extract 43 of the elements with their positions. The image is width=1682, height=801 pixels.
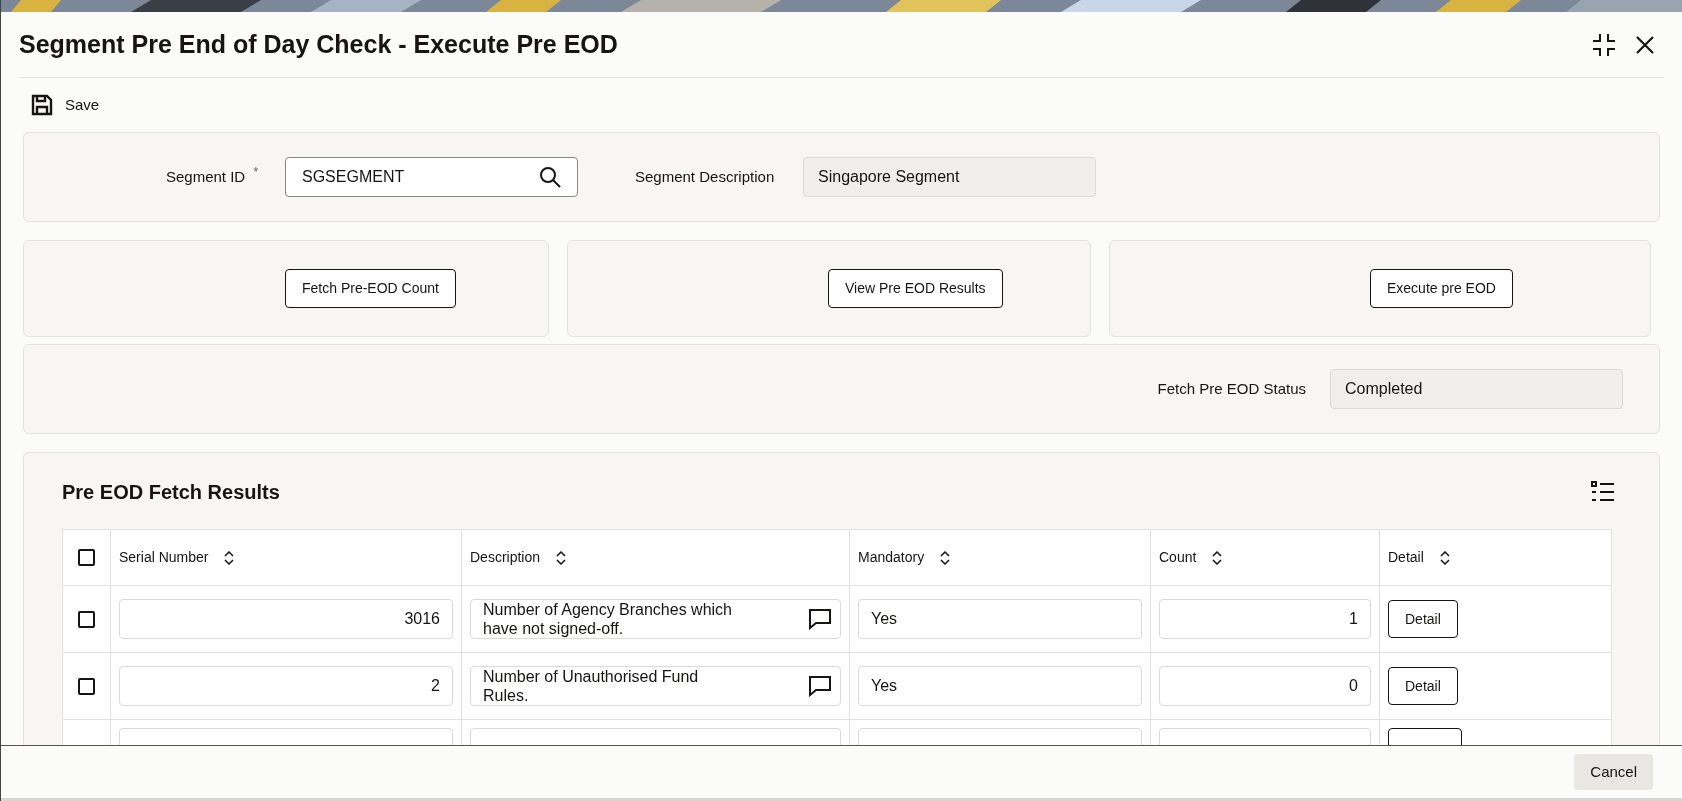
input-field: Singapore Segment [803,157,1096,197]
input-field[interactable]: 0 [1159,666,1371,706]
field-label: Segment ID [166,166,246,187]
field-label: Segment Description [635,166,776,187]
sort-icon[interactable] [224,550,235,565]
cancel-button[interactable]: Cancel [1574,754,1653,790]
comment-icon[interactable] [808,675,832,697]
input-field[interactable]: 1 [1159,599,1371,639]
action-button[interactable]: Execute pre EOD [1370,269,1513,308]
action-button[interactable]: Fetch Pre-EOD Count [285,269,456,308]
input-field[interactable]: 2 [119,666,453,706]
column-header[interactable]: Detail [1388,547,1424,568]
input-field[interactable]: Yes [858,666,1142,706]
checkbox[interactable] [78,677,95,695]
save-button[interactable]: Save [31,93,100,117]
checkbox[interactable] [78,549,95,566]
required-mark: * [253,162,259,181]
sort-icon[interactable] [556,550,567,565]
field-label: Fetch Pre EOD Status [1157,378,1306,399]
sort-icon[interactable] [1212,550,1223,565]
input-field[interactable]: Yes [858,599,1142,639]
input-field[interactable]: Number of Agency Branches which have not signed-off. [470,599,841,639]
comment-icon[interactable] [808,608,832,630]
section-title: Pre EOD Fetch Results [62,480,280,505]
column-header[interactable]: Count [1159,547,1197,568]
list-icon[interactable] [1591,481,1615,503]
action-button[interactable]: View Pre EOD Results [828,269,1003,308]
input-field[interactable]: 3016 [119,599,453,639]
sort-icon[interactable] [940,550,951,565]
close-icon[interactable] [1636,35,1654,54]
input-field[interactable]: Number of Unauthorised Fund Rules. [470,666,841,706]
window-title: Segment Pre End of Day Check - Execute Pre EOD [19,28,618,60]
collapse-icon[interactable] [1592,32,1616,57]
search-icon[interactable] [539,166,561,188]
detail-button[interactable]: Detail [1388,667,1458,705]
input-field: Completed [1330,369,1623,409]
checkbox[interactable] [78,610,95,628]
column-header[interactable]: Mandatory [858,547,925,568]
sort-icon[interactable] [1439,550,1450,565]
column-header[interactable]: Serial Number [119,547,209,568]
column-header[interactable]: Description [470,547,541,568]
detail-button[interactable]: Detail [1388,600,1458,638]
search-field[interactable]: SGSEGMENT [285,157,578,197]
